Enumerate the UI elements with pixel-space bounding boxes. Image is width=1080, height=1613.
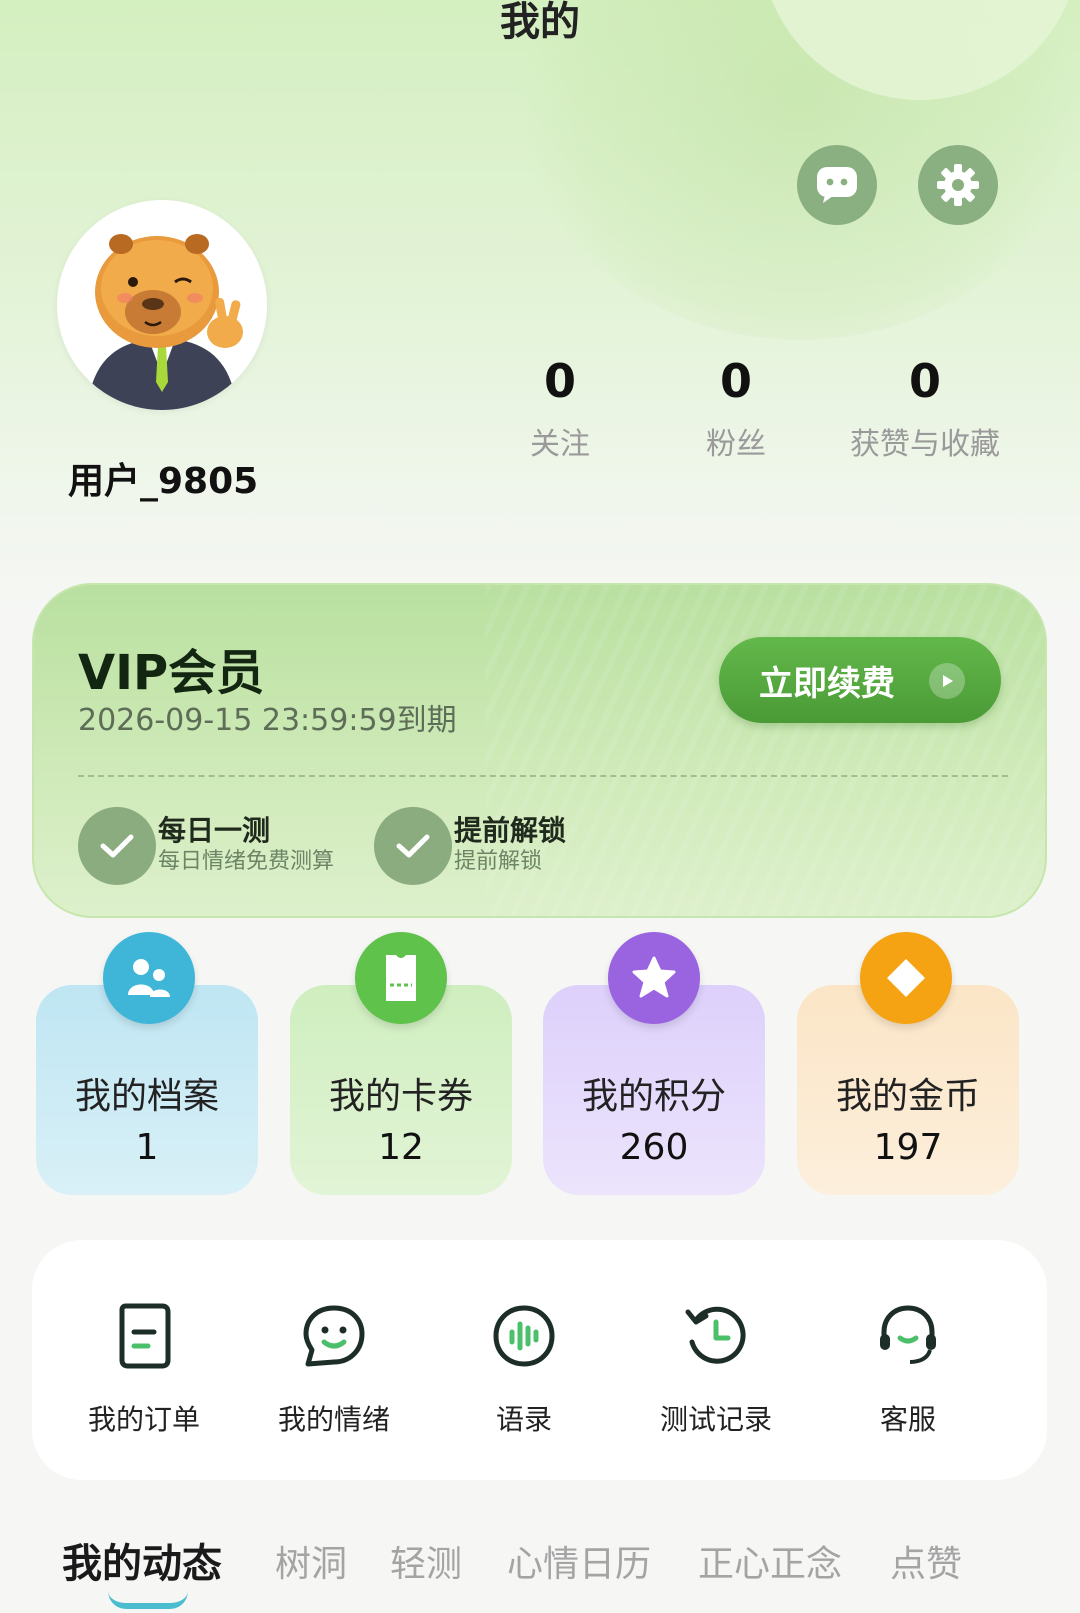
menu-item-emotions[interactable]: 我的情绪 xyxy=(254,1300,414,1438)
star-icon xyxy=(608,932,700,1024)
menu-label: 语录 xyxy=(495,1403,552,1436)
card-title: 我的卡券 xyxy=(328,1076,473,1117)
card-value: 12 xyxy=(378,1127,424,1168)
perk-subtitle: 每日情绪免费测算 xyxy=(158,849,335,874)
tab-mindfulness[interactable]: 正心正念 xyxy=(698,1535,842,1587)
tab-active-indicator xyxy=(108,1591,188,1609)
check-icon xyxy=(374,807,452,885)
vip-perk-early-unlock: 提前解锁 提前解锁 xyxy=(374,807,566,885)
menu-label: 测试记录 xyxy=(659,1403,772,1436)
stat-label: 粉丝 xyxy=(706,427,766,462)
check-icon xyxy=(78,807,156,885)
stat-label: 获赞与收藏 xyxy=(850,427,1000,462)
people-icon xyxy=(103,932,195,1024)
card-value: 260 xyxy=(619,1127,689,1168)
vip-card[interactable]: VIP会员 2026-09-15 23:59:59到期 立即续费 每日一测 每日… xyxy=(32,583,1047,918)
username: 用户_9805 xyxy=(68,461,259,502)
stat-label: 关注 xyxy=(530,427,590,462)
content-tabs: 我的动态 树洞 轻测 心情日历 正心正念 点赞 xyxy=(0,1535,1080,1613)
tab-likes[interactable]: 点赞 xyxy=(890,1535,962,1587)
menu-item-quotes[interactable]: 语录 xyxy=(444,1300,604,1438)
stat-value: 0 xyxy=(908,354,941,408)
card-title: 我的积分 xyxy=(581,1076,726,1117)
stat-value: 0 xyxy=(719,354,752,408)
avatar[interactable] xyxy=(57,200,267,410)
tab-my-posts[interactable]: 我的动态 xyxy=(62,1531,222,1589)
card-value: 197 xyxy=(873,1127,943,1168)
perk-subtitle: 提前解锁 xyxy=(454,849,543,874)
stat-value: 0 xyxy=(543,354,576,408)
card-value: 1 xyxy=(135,1127,159,1168)
vip-title: VIP会员 xyxy=(78,645,265,701)
menu-item-orders[interactable]: 我的订单 xyxy=(64,1300,224,1438)
stat-following[interactable]: 0 关注 xyxy=(510,355,610,463)
voice-icon xyxy=(493,1305,555,1367)
renew-label: 立即续费 xyxy=(759,663,895,704)
message-button[interactable] xyxy=(797,145,877,225)
menu-label: 我的情绪 xyxy=(277,1403,390,1436)
tab-light-test[interactable]: 轻测 xyxy=(390,1535,462,1587)
coin-icon xyxy=(860,932,952,1024)
perk-title: 每日一测 xyxy=(158,814,271,847)
stat-followers[interactable]: 0 粉丝 xyxy=(686,355,786,463)
history-icon xyxy=(685,1306,746,1364)
smile-chat-icon xyxy=(303,1305,365,1367)
ticket-icon xyxy=(355,932,447,1024)
vip-decoration xyxy=(485,585,1045,916)
vip-divider xyxy=(78,775,1008,777)
perk-title: 提前解锁 xyxy=(454,814,567,847)
menu-item-customer-service[interactable]: 客服 xyxy=(828,1300,988,1438)
gear-icon xyxy=(937,164,979,206)
card-title: 我的档案 xyxy=(74,1076,219,1117)
card-title: 我的金币 xyxy=(835,1076,980,1117)
play-icon xyxy=(929,663,965,699)
vip-expire-date: 2026-09-15 23:59:59到期 xyxy=(78,703,457,738)
menu-label: 我的订单 xyxy=(87,1403,200,1436)
menu-item-test-history[interactable]: 测试记录 xyxy=(636,1300,796,1438)
renew-button[interactable]: 立即续费 xyxy=(719,637,1001,723)
tab-tree-hole[interactable]: 树洞 xyxy=(275,1535,347,1587)
vip-perk-daily-test: 每日一测 每日情绪免费测算 xyxy=(78,807,334,885)
tab-mood-calendar[interactable]: 心情日历 xyxy=(507,1535,651,1587)
page-title: 我的 xyxy=(500,0,580,45)
settings-button[interactable] xyxy=(918,145,998,225)
capybara-avatar-icon xyxy=(87,234,243,410)
function-menu: 我的订单 我的情绪 语录 测试记录 客服 xyxy=(32,1240,1047,1480)
menu-label: 客服 xyxy=(879,1403,936,1436)
headset-icon xyxy=(880,1305,936,1364)
message-icon xyxy=(817,167,857,203)
order-icon xyxy=(119,1303,171,1369)
stat-likes-favorites[interactable]: 0 获赞与收藏 xyxy=(840,355,1010,463)
